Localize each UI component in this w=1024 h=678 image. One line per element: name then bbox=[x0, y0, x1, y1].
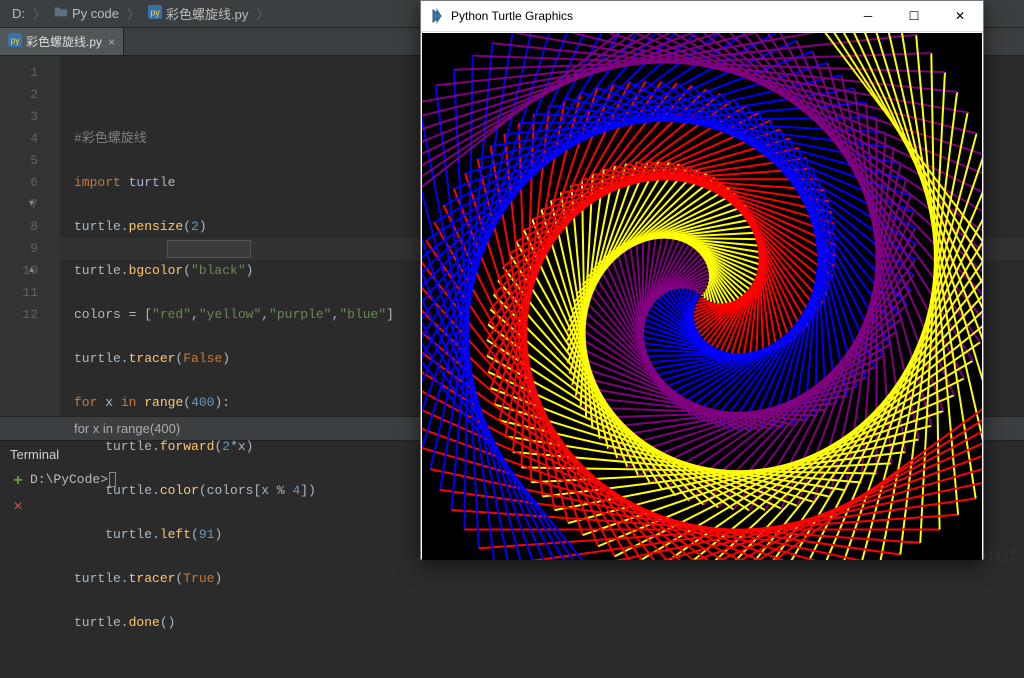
svg-text:py: py bbox=[150, 8, 160, 18]
maximize-button[interactable]: ☐ bbox=[891, 1, 937, 32]
close-session-icon[interactable]: × bbox=[13, 498, 23, 516]
chevron-right-icon: 〉 bbox=[29, 4, 50, 23]
python-file-icon: py bbox=[8, 33, 22, 50]
turtle-window[interactable]: Python Turtle Graphics ─ ☐ ✕ bbox=[420, 0, 984, 560]
window-titlebar[interactable]: Python Turtle Graphics ─ ☐ ✕ bbox=[421, 1, 983, 32]
new-session-icon[interactable]: + bbox=[13, 472, 23, 490]
crumb-drive[interactable]: D: bbox=[8, 4, 29, 23]
crumb-folder[interactable]: Py code bbox=[50, 3, 123, 24]
chevron-right-icon: 〉 bbox=[252, 4, 273, 23]
chevron-right-icon: 〉 bbox=[123, 4, 144, 23]
fold-down-icon[interactable]: ▾ bbox=[29, 194, 34, 216]
fold-up-icon[interactable]: ▴ bbox=[29, 260, 34, 282]
close-button[interactable]: ✕ bbox=[937, 1, 983, 32]
folder-icon bbox=[54, 5, 68, 22]
window-title: Python Turtle Graphics bbox=[451, 9, 845, 23]
line-gutter: 123 456 ▾7 89 ▴10 1112 bbox=[0, 56, 60, 416]
tab-file[interactable]: py 彩色螺旋线.py × bbox=[0, 28, 124, 55]
svg-text:py: py bbox=[10, 36, 20, 46]
minimize-button[interactable]: ─ bbox=[845, 1, 891, 32]
python-file-icon: py bbox=[148, 5, 162, 22]
tab-label: 彩色螺旋线.py bbox=[26, 33, 102, 50]
selection-box bbox=[167, 240, 251, 258]
turtle-canvas bbox=[422, 33, 982, 560]
crumb-file[interactable]: py 彩色螺旋线.py bbox=[144, 2, 252, 25]
turtle-app-icon bbox=[429, 8, 445, 24]
close-icon[interactable]: × bbox=[108, 35, 115, 49]
